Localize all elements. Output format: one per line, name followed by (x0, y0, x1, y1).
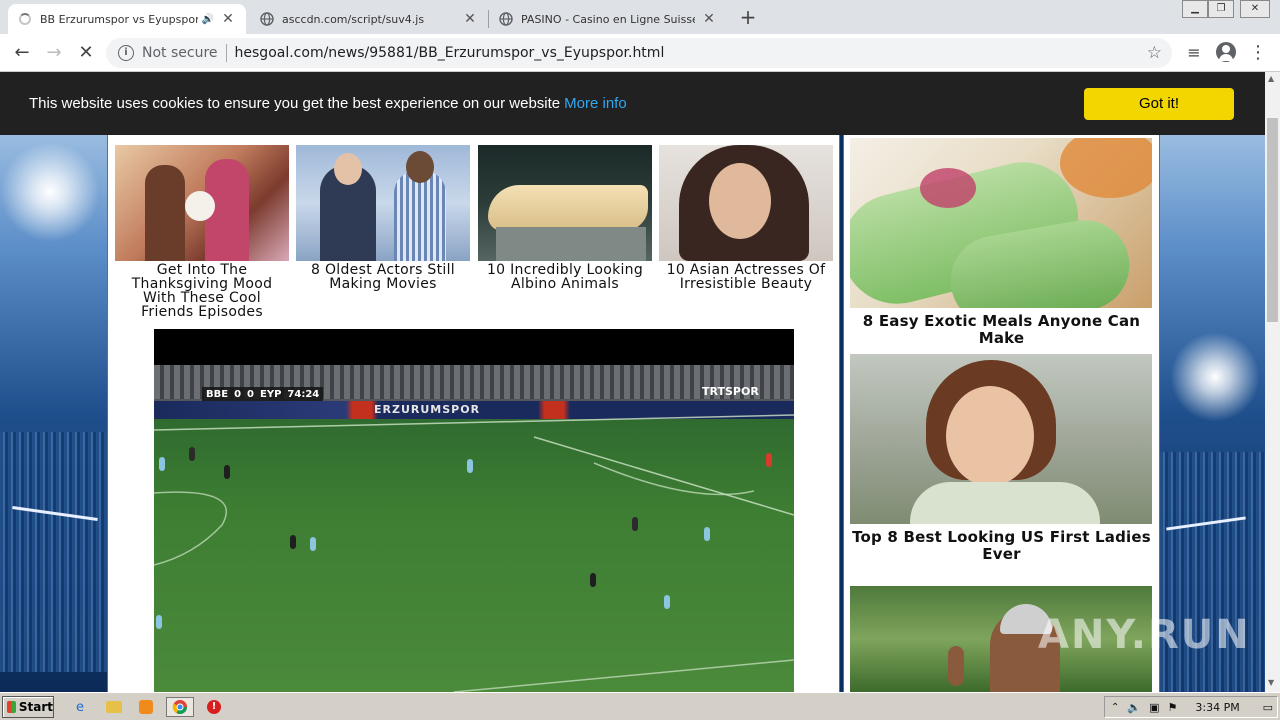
speaker-icon[interactable]: 🔊 (202, 14, 214, 25)
loading-spinner-icon (18, 12, 32, 26)
right-background-image (1160, 72, 1265, 692)
stop-icon[interactable]: ! (204, 697, 224, 717)
taskbar: Start e ! ⌃ 🔈 ▣ ⚑ 3:34 PM ▭ (0, 692, 1280, 720)
security-label: Not secure (142, 45, 218, 61)
tab-bb-erzurumspor[interactable]: BB Erzurumspor vs Eyupspor - H 🔊 ✕ (8, 4, 246, 34)
tab-title: PASINO - Casino en Ligne Suisse - Su (521, 12, 695, 26)
close-tab-icon[interactable]: ✕ (220, 11, 236, 27)
player (590, 573, 596, 587)
player (632, 517, 638, 531)
player (290, 535, 296, 549)
tab-asccdn[interactable]: asccdn.com/script/suv4.js ✕ (250, 4, 488, 34)
clock: 3:34 PM (1195, 700, 1240, 714)
cookie-banner: This website uses cookies to ensure you … (0, 72, 1265, 135)
ad-thumbnail-first-ladies[interactable] (850, 354, 1152, 524)
ad-thumbnail-asian-actresses[interactable] (659, 145, 833, 261)
sidebar: 8 Easy Exotic Meals Anyone Can Make Top … (843, 72, 1160, 692)
scroll-down-icon[interactable]: ▼ (1268, 678, 1274, 687)
ad-thumbnail-oldest-actors[interactable] (296, 145, 470, 261)
player (467, 459, 473, 473)
tab-title: BB Erzurumspor vs Eyupspor - H (40, 12, 198, 26)
close-tab-icon[interactable]: ✕ (701, 11, 717, 27)
player (224, 465, 230, 479)
close-window-icon[interactable]: ✕ (1240, 0, 1270, 18)
back-arrow-icon[interactable]: ← (10, 41, 34, 65)
restore-window-icon[interactable]: ❐ (1208, 0, 1234, 18)
address-bar[interactable]: i Not secure hesgoal.com/news/95881/BB_E… (106, 38, 1172, 68)
tab-title: asccdn.com/script/suv4.js (282, 12, 425, 26)
player (156, 615, 162, 629)
windows-logo-icon (7, 701, 16, 713)
pitch-lines (154, 414, 794, 692)
browser-toolbar: ← → ✕ i Not secure hesgoal.com/news/9588… (0, 34, 1280, 72)
info-icon[interactable]: i (118, 45, 134, 61)
player (704, 527, 710, 541)
tray-arrow-icon[interactable]: ⌃ (1111, 702, 1119, 713)
scorebug: BBE 0 0 EYP 74:24 (202, 387, 324, 401)
video-frame: ERZURUMSPOR BBE 0 0 EYP 74:24 TRTSPOR (154, 365, 794, 692)
folder-icon[interactable] (104, 697, 124, 717)
video-player[interactable]: ERZURUMSPOR BBE 0 0 EYP 74:24 TRTSPOR (154, 329, 794, 692)
player (766, 453, 772, 467)
scroll-up-icon[interactable]: ▲ (1268, 74, 1274, 83)
url-text[interactable]: hesgoal.com/news/95881/BB_Erzurumspor_vs… (235, 45, 665, 61)
ad-thumbnail-exotic-meals[interactable] (850, 138, 1152, 308)
omnibox-divider (225, 44, 227, 62)
web-page: Get Into The Thanksgiving Mood With Thes… (0, 72, 1265, 692)
minimize-window-icon[interactable]: ▁ (1182, 0, 1208, 18)
ad-thumbnail-friends[interactable] (115, 145, 289, 261)
new-tab-button[interactable]: + (736, 6, 760, 30)
profile-avatar-icon[interactable] (1216, 42, 1236, 62)
show-desktop-icon[interactable]: ▭ (1263, 701, 1273, 714)
ad-caption-oldest-actors[interactable]: 8 Oldest Actors Still Making Movies (296, 263, 470, 291)
ad-caption-exotic-meals[interactable]: 8 Easy Exotic Meals Anyone Can Make (844, 313, 1159, 347)
globe-icon (499, 12, 513, 26)
ad-thumbnail-albino-animals[interactable] (478, 145, 652, 261)
page-scrollbar[interactable]: ▲ ▼ (1265, 72, 1280, 692)
channel-logo: TRTSPOR (702, 385, 759, 398)
scrollbar-thumb[interactable] (1267, 118, 1278, 322)
flag-icon[interactable]: ⚑ (1168, 701, 1178, 714)
player (159, 457, 165, 471)
player (189, 447, 195, 461)
stop-loading-icon[interactable]: ✕ (74, 41, 98, 65)
player (310, 537, 316, 551)
player (664, 595, 670, 609)
watermark-logo: ANY.RUN (1038, 612, 1251, 658)
media-control-icon[interactable]: ≡ (1182, 41, 1206, 65)
globe-icon (260, 12, 274, 26)
tab-pasino[interactable]: PASINO - Casino en Ligne Suisse - Su ✕ (489, 4, 727, 34)
close-tab-icon[interactable]: ✕ (462, 11, 478, 27)
volume-icon[interactable]: 🔈 (1127, 701, 1141, 714)
ad-caption-first-ladies[interactable]: Top 8 Best Looking US First Ladies Ever (844, 529, 1159, 563)
chrome-taskbar-icon[interactable] (166, 697, 194, 717)
left-background-image (0, 72, 107, 692)
more-info-link[interactable]: More info (564, 95, 627, 112)
start-button[interactable]: Start (2, 696, 54, 718)
browser-menu-icon[interactable]: ⋮ (1246, 41, 1270, 65)
ad-caption-friends[interactable]: Get Into The Thanksgiving Mood With Thes… (115, 263, 289, 319)
tab-strip: BB Erzurumspor vs Eyupspor - H 🔊 ✕ asccd… (0, 0, 1280, 34)
ad-caption-albino-animals[interactable]: 10 Incredibly Looking Albino Animals (478, 263, 652, 291)
internet-explorer-icon[interactable]: e (70, 697, 90, 717)
cookie-message: This website uses cookies to ensure you … (29, 95, 561, 112)
bookmark-star-icon[interactable]: ☆ (1147, 43, 1162, 63)
accept-cookies-button[interactable]: Got it! (1084, 88, 1234, 120)
system-tray: ⌃ 🔈 ▣ ⚑ 3:34 PM ▭ (1104, 696, 1278, 718)
forward-arrow-icon[interactable]: → (42, 41, 66, 65)
media-player-icon[interactable] (136, 697, 156, 717)
network-icon[interactable]: ▣ (1149, 701, 1159, 714)
ad-caption-asian-actresses[interactable]: 10 Asian Actresses Of Irresistible Beaut… (659, 263, 833, 291)
